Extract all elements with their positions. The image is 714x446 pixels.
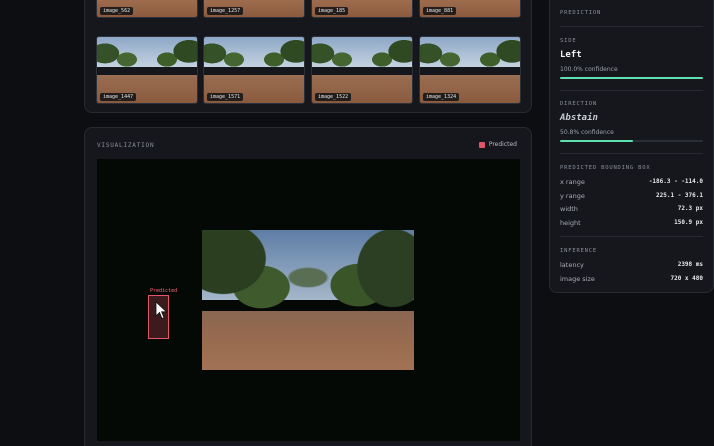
bbox-key: width [560, 205, 578, 213]
inference-value: 2398 ms [677, 261, 703, 268]
bbox-value: -186.3 - -114.0 [648, 178, 703, 185]
divider [560, 90, 703, 91]
thumbnail[interactable]: image_881 [419, 0, 521, 18]
inference-row: latency 2398 ms [560, 261, 703, 269]
thumbnail-label: image_562 [100, 7, 134, 15]
road-scene-image [202, 230, 414, 370]
side-value: Left [560, 50, 582, 60]
thumbnail[interactable]: image_1324 [419, 36, 521, 104]
direction-value: Abstain [560, 113, 598, 123]
visualization-canvas[interactable]: Predicted [97, 159, 520, 441]
inference-key: image size [560, 275, 595, 283]
side-label: SIDE [560, 38, 577, 44]
bbox-value: 150.9 px [674, 219, 703, 226]
prediction-header: PREDICTION [560, 10, 602, 16]
thumbnail-label: image_1571 [207, 93, 244, 101]
bbox-key: height [560, 219, 581, 227]
thumbnail[interactable]: image_562 [96, 0, 198, 18]
bbox-row: x range -186.3 - -114.0 [560, 178, 703, 186]
thumbnail-label: image_1257 [207, 7, 244, 15]
side-confidence-fill [560, 77, 703, 79]
bbox-label: PREDICTED BOUNDING BOX [560, 165, 651, 171]
divider [560, 236, 703, 237]
thumbnail[interactable]: image_1571 [203, 36, 305, 104]
prediction-panel: PREDICTION SIDE Left 100.0% confidence D… [549, 0, 714, 293]
thumbnail-label: image_881 [423, 7, 457, 15]
thumbnail[interactable]: image_185 [311, 0, 413, 18]
thumbnail-grid-card: image_562 image_1257 image_185 image_881… [84, 0, 532, 113]
thumbnail-label: image_1447 [100, 93, 137, 101]
legend-swatch [478, 141, 485, 148]
predicted-box-label: Predicted [150, 288, 178, 294]
thumbnail-label: image_185 [315, 7, 349, 15]
bbox-key: y range [560, 192, 585, 200]
direction-confidence-bar [560, 140, 703, 142]
direction-confidence: 50.8% confidence [560, 129, 614, 136]
bbox-value: 225.1 - 376.1 [656, 192, 703, 199]
inference-row: image size 720 x 480 [560, 275, 703, 283]
visualization-title: VISUALIZATION [97, 142, 155, 149]
bbox-row: y range 225.1 - 376.1 [560, 192, 703, 200]
thumbnail[interactable]: image_1447 [96, 36, 198, 104]
legend-label: Predicted [488, 141, 517, 148]
divider [560, 26, 703, 27]
bbox-key: x range [560, 178, 585, 186]
thumbnail-label: image_1522 [315, 93, 352, 101]
thumbnail-label: image_1324 [423, 93, 460, 101]
bbox-value: 72.3 px [677, 205, 703, 212]
thumbnail[interactable]: image_1522 [311, 36, 413, 104]
bbox-row: height 150.9 px [560, 219, 703, 227]
divider [560, 153, 703, 154]
inference-key: latency [560, 261, 584, 269]
inference-label: INFERENCE [560, 248, 598, 254]
legend: Predicted [478, 141, 517, 148]
mouse-cursor-icon [155, 301, 168, 320]
direction-confidence-fill [560, 140, 633, 142]
visualization-card: VISUALIZATION Predicted Predicted [84, 127, 532, 446]
side-confidence: 100.0% confidence [560, 66, 618, 73]
direction-label: DIRECTION [560, 101, 598, 107]
inference-value: 720 x 480 [670, 275, 703, 282]
side-confidence-bar [560, 77, 703, 79]
thumbnail[interactable]: image_1257 [203, 0, 305, 18]
bbox-row: width 72.3 px [560, 205, 703, 213]
